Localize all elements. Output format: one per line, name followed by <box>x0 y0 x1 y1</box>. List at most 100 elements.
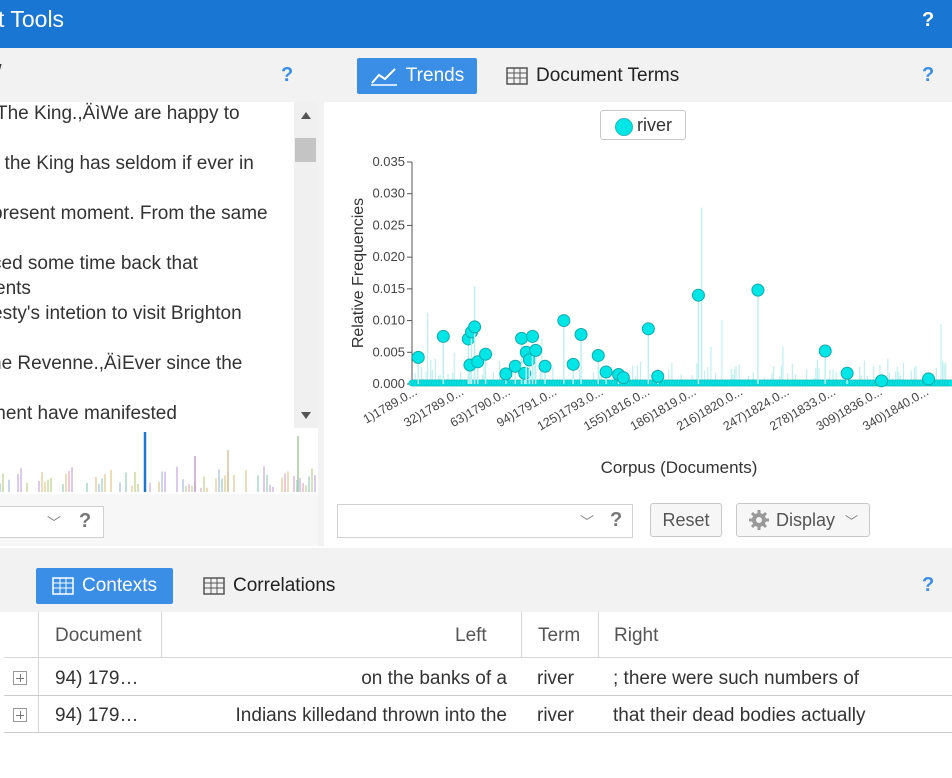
reader-line: ne Revenne.,ÄìEver since the <box>0 353 243 374</box>
reader-line: t the King has seldom if ever in <box>0 153 254 174</box>
data-point <box>468 320 482 334</box>
x-axis-label: Corpus (Documents) <box>601 458 758 477</box>
trends-help-icon[interactable]: ? <box>922 64 934 87</box>
help-icon[interactable]: ? <box>922 9 934 32</box>
trends-chart[interactable]: 0.035 0.030 0.025 0.020 0.015 0.010 0.005 0.000… <box>324 140 952 485</box>
data-point <box>616 371 630 385</box>
y-tick-label: 0.030 <box>372 186 405 201</box>
reader-line: esty's intetion to visit Brighton <box>0 303 242 324</box>
column-header-term[interactable]: Term <box>538 625 580 647</box>
scrollbar-graphics <box>295 112 316 419</box>
row-document: 94) 179… <box>55 668 139 689</box>
data-point <box>599 365 613 379</box>
reader-tab-fragment: / <box>0 62 2 85</box>
data-point <box>641 322 655 336</box>
reader-scrollbar[interactable] <box>294 102 318 428</box>
data-point <box>922 372 936 386</box>
data-point <box>751 283 765 297</box>
reader-line: The King.,ÄìWe are happy to <box>0 103 240 124</box>
scroll-up-icon <box>301 112 311 119</box>
row-right-context: ; there were such numbers of <box>613 668 860 689</box>
data-point <box>691 288 705 302</box>
tab-document-terms-label: Document Terms <box>536 65 680 86</box>
tab-contexts[interactable]: Contexts <box>36 568 173 604</box>
y-tick-label: 0.005 <box>372 344 405 359</box>
tab-contexts-label: Contexts <box>82 575 157 596</box>
reset-button[interactable]: Reset <box>650 503 722 537</box>
reader-line: ment have manifested <box>0 403 177 424</box>
chevron-down-icon: ﹀ <box>580 514 594 530</box>
row-divider <box>4 695 952 696</box>
row-divider <box>4 732 952 733</box>
gear-icon <box>748 510 769 530</box>
display-button-label: Display <box>775 509 835 530</box>
expand-row-icon[interactable] <box>13 671 27 685</box>
y-tick-label: 0.025 <box>372 217 405 232</box>
tab-correlations[interactable]: Correlations <box>203 568 335 604</box>
y-tick-label: 0.000 <box>372 376 405 391</box>
row-left-context: on the banks of a <box>361 668 507 689</box>
column-header-right[interactable]: Right <box>614 625 658 647</box>
tab-trends-label: Trends <box>405 65 465 86</box>
reader-term-combo[interactable]: ﹀ ? <box>0 506 104 538</box>
expand-row-icon[interactable] <box>13 708 27 722</box>
data-point <box>526 329 540 343</box>
trends-header: Trends Document Terms ? <box>324 48 952 102</box>
term-density-strip[interactable] <box>0 430 318 494</box>
reader-line: present moment. From the same <box>0 203 268 224</box>
app-title: t Tools <box>0 6 65 32</box>
reader-footer-help-icon[interactable]: ? <box>79 510 91 533</box>
zero-point <box>946 379 952 387</box>
data-point <box>479 347 493 361</box>
reader-line: ents <box>0 278 31 299</box>
app-header: t Tools ? <box>0 0 952 48</box>
row-left-context: Indians killedand thrown into the <box>235 705 507 726</box>
data-point <box>538 359 552 373</box>
row-document: 94) 179… <box>55 705 139 726</box>
line-chart-icon <box>370 68 397 86</box>
row-term: river <box>537 668 574 689</box>
trends-term-combo[interactable]: ﹀ ? <box>337 504 633 538</box>
table-icon <box>506 67 528 85</box>
reader-text: The King.,ÄìWe are happy to t the King h… <box>0 102 294 428</box>
trends-footer: ﹀ ? Reset Display ﹀ <box>324 494 952 546</box>
legend-swatch <box>615 118 633 136</box>
row-term: river <box>537 705 574 726</box>
data-point <box>591 348 605 362</box>
reader-footer: ﹀ ? <box>0 494 322 546</box>
table-icon <box>203 577 225 595</box>
grid-col-divider <box>38 612 39 732</box>
data-point <box>557 314 571 328</box>
column-header-document[interactable]: Document <box>55 625 142 647</box>
contexts-help-icon[interactable]: ? <box>922 574 934 597</box>
contexts-header: Contexts Correlations ? <box>0 548 952 612</box>
data-point <box>566 357 580 371</box>
scroll-down-icon <box>301 412 311 419</box>
data-point <box>651 369 665 383</box>
data-point <box>436 329 450 343</box>
y-tick-label: 0.010 <box>372 313 405 328</box>
tab-trends[interactable]: Trends <box>357 58 477 94</box>
row-right-context: that their dead bodies actually <box>613 705 866 726</box>
data-point <box>529 343 543 357</box>
trends-footer-help-icon[interactable]: ? <box>610 509 622 532</box>
display-button[interactable]: Display ﹀ <box>736 503 870 537</box>
data-point <box>840 366 854 380</box>
column-header-left[interactable]: Left <box>455 625 487 647</box>
chevron-down-icon: ﹀ <box>845 513 859 529</box>
chart-legend-item[interactable]: river <box>600 110 686 140</box>
y-tick-label: 0.020 <box>372 249 405 264</box>
table-icon <box>52 577 74 595</box>
grid-col-divider <box>161 612 162 657</box>
grid-header-divider <box>4 657 952 658</box>
tab-document-terms[interactable]: Document Terms <box>506 58 679 94</box>
data-point <box>515 331 529 345</box>
legend-label: river <box>637 115 672 135</box>
reader-header: / ? <box>0 48 322 102</box>
y-tick-label: 0.035 <box>372 154 405 169</box>
scroll-thumb <box>295 138 316 162</box>
reader-line: ced some time back that <box>0 253 198 274</box>
reader-help-icon[interactable]: ? <box>281 64 293 87</box>
data-point <box>818 344 832 358</box>
reset-button-label: Reset <box>662 509 710 530</box>
